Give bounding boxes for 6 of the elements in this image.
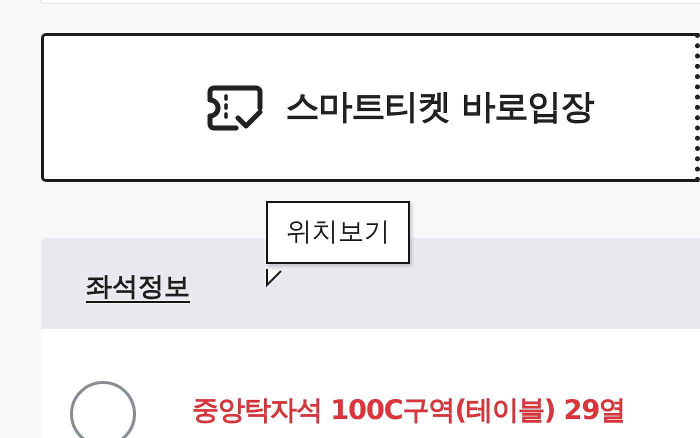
seat-label: 중앙탁자석 100C구역(테이블) 29열 — [192, 394, 626, 428]
seat-info-title: 좌석정보 — [86, 271, 190, 304]
ticket-check-icon — [206, 84, 264, 132]
smart-ticket-button[interactable]: 스마트티켓 바로입장 — [41, 33, 700, 182]
location-tooltip[interactable]: 위치보기 — [266, 201, 410, 264]
seat-radio[interactable] — [70, 381, 136, 438]
